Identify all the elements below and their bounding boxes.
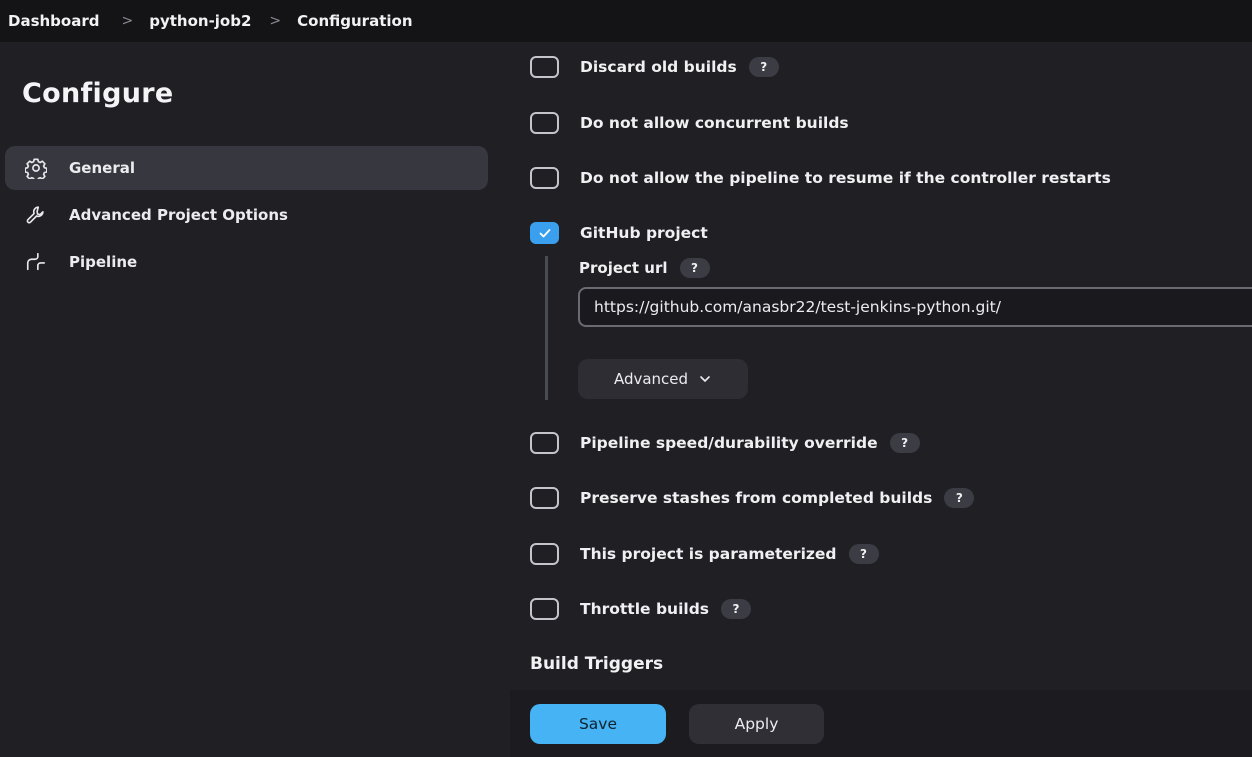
nested-section-line [545, 256, 548, 400]
help-icon[interactable]: ? [944, 488, 975, 508]
option-label: Pipeline speed/durability override [580, 434, 878, 452]
option-github-project[interactable]: GitHub project [530, 220, 708, 246]
sidebar-item-label: Pipeline [69, 253, 138, 271]
option-throttle-builds[interactable]: Throttle builds ? [530, 596, 752, 622]
wrench-icon [21, 204, 51, 226]
checkbox[interactable] [530, 598, 559, 620]
option-label: Do not allow the pipeline to resume if t… [580, 169, 1111, 187]
checkbox-checked[interactable] [530, 222, 559, 244]
checkbox[interactable] [530, 56, 559, 78]
option-discard-old-builds[interactable]: Discard old builds ? [530, 54, 779, 80]
option-parameterized[interactable]: This project is parameterized ? [530, 541, 879, 567]
help-icon[interactable]: ? [721, 599, 752, 619]
option-label: GitHub project [580, 224, 708, 242]
breadcrumb: Dashboard > python-job2 > Configuration [0, 0, 1252, 42]
pipeline-icon [21, 251, 51, 273]
save-button[interactable]: Save [530, 704, 666, 744]
advanced-button[interactable]: Advanced [578, 359, 748, 399]
project-url-input[interactable] [578, 287, 1252, 327]
sidebar-item-advanced-project-options[interactable]: Advanced Project Options [5, 193, 488, 237]
checkbox[interactable] [530, 543, 559, 565]
sidebar-item-label: Advanced Project Options [69, 206, 288, 224]
apply-button[interactable]: Apply [689, 704, 824, 744]
sidebar-item-pipeline[interactable]: Pipeline [5, 240, 488, 284]
gear-icon [21, 157, 51, 179]
chevron-down-icon [700, 376, 710, 382]
breadcrumb-job[interactable]: python-job2 [149, 12, 251, 30]
breadcrumb-configuration[interactable]: Configuration [297, 12, 412, 30]
project-url-label: Project url ? [579, 256, 710, 280]
advanced-button-label: Advanced [613, 370, 689, 388]
option-label: Throttle builds [580, 600, 710, 618]
option-label: Discard old builds [580, 58, 737, 76]
breadcrumb-separator: > [269, 13, 282, 29]
option-no-concurrent-builds[interactable]: Do not allow concurrent builds [530, 110, 849, 136]
checkbox[interactable] [530, 487, 559, 509]
checkbox[interactable] [530, 167, 559, 189]
breadcrumb-dashboard[interactable]: Dashboard [0, 12, 99, 30]
page-title: Configure [22, 78, 174, 109]
help-icon[interactable]: ? [679, 258, 710, 278]
option-preserve-stashes[interactable]: Preserve stashes from completed builds ? [530, 485, 975, 511]
help-icon[interactable]: ? [848, 544, 879, 564]
check-icon [539, 229, 550, 238]
checkbox[interactable] [530, 112, 559, 134]
option-no-resume[interactable]: Do not allow the pipeline to resume if t… [530, 165, 1111, 191]
build-triggers-title: Build Triggers [530, 654, 664, 674]
project-url-label-text: Project url [579, 259, 668, 277]
option-pipeline-speed-durability[interactable]: Pipeline speed/durability override ? [530, 430, 920, 456]
option-label: This project is parameterized [580, 545, 837, 563]
breadcrumb-separator: > [121, 13, 134, 29]
option-label: Do not allow concurrent builds [580, 114, 849, 132]
checkbox[interactable] [530, 432, 559, 454]
sidebar-item-label: General [69, 159, 135, 177]
sidebar-item-general[interactable]: General [5, 146, 488, 190]
help-icon[interactable]: ? [748, 57, 779, 77]
help-icon[interactable]: ? [889, 433, 920, 453]
option-label: Preserve stashes from completed builds [580, 489, 933, 507]
